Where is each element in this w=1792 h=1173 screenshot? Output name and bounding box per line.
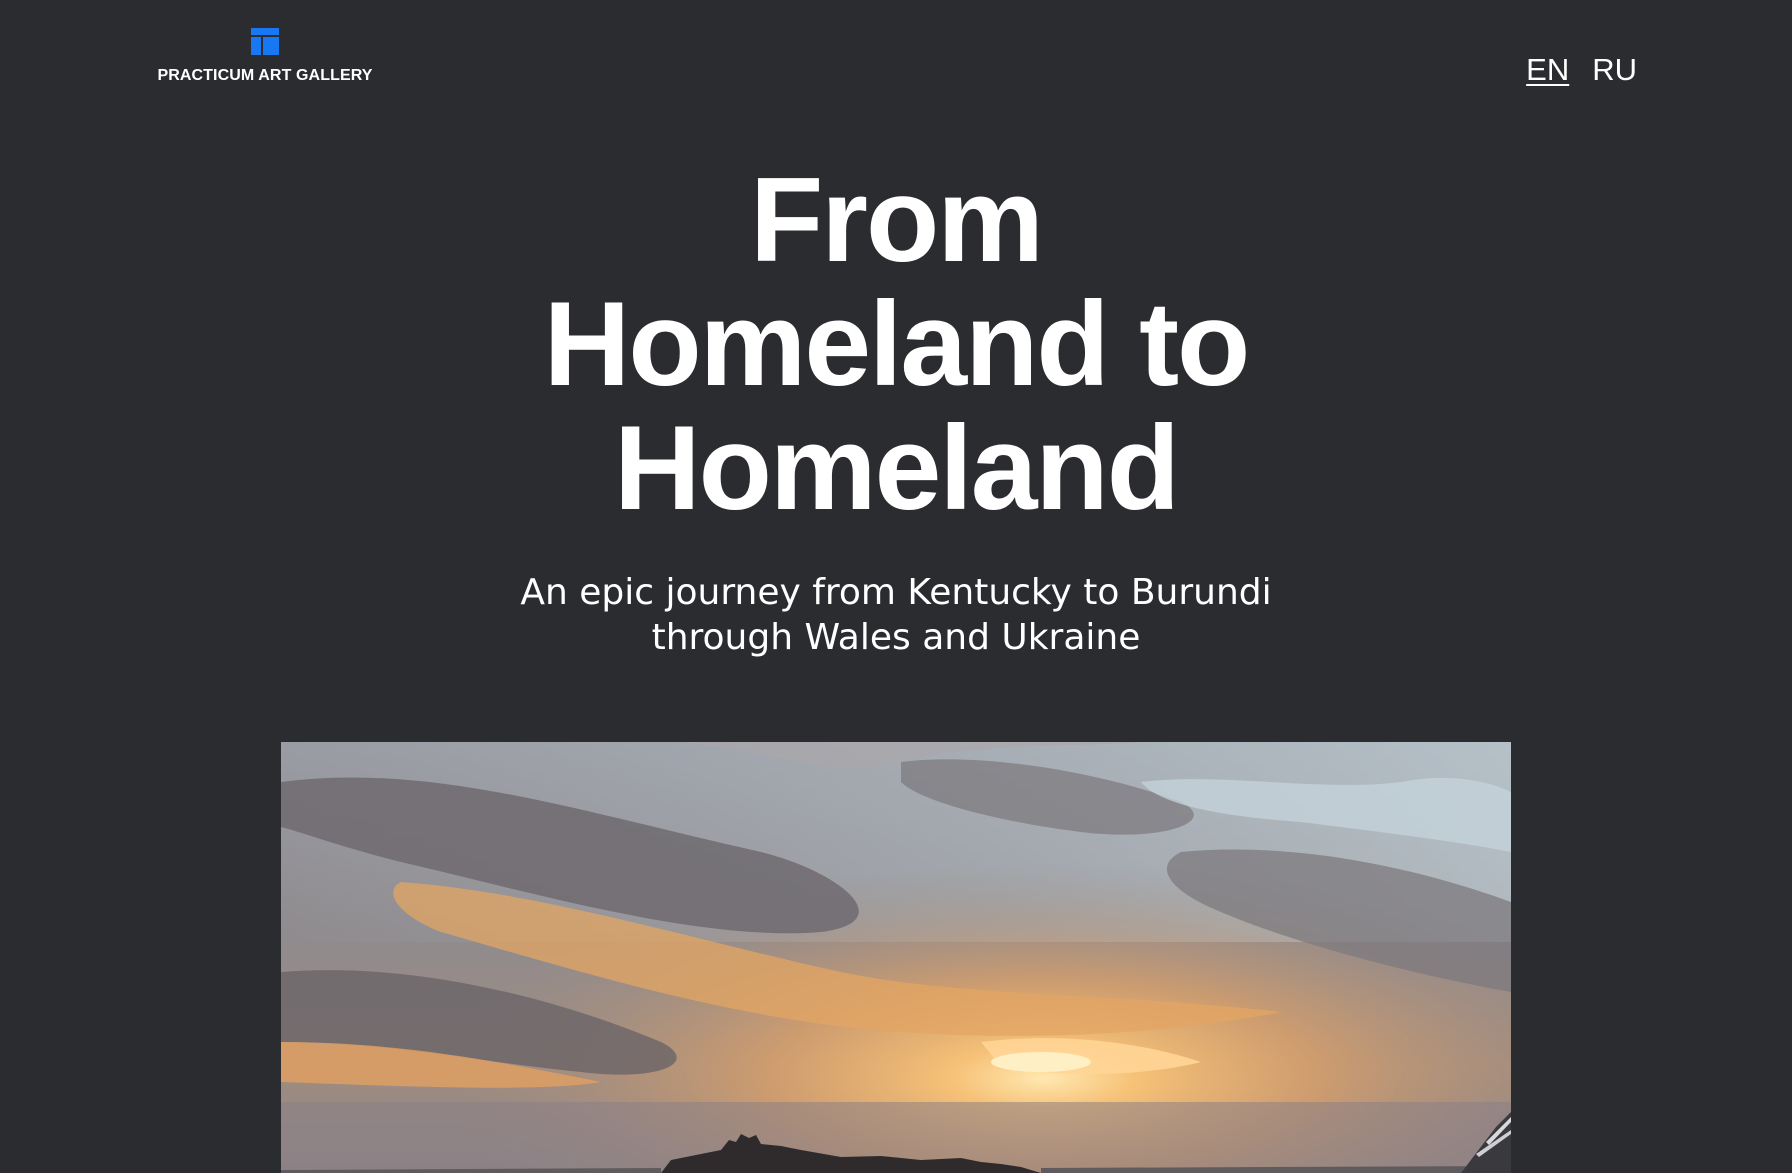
page-title-line: Homeland to: [543, 277, 1251, 411]
language-switcher: EN RU: [1526, 52, 1637, 88]
page-title: From Homeland to Homeland: [0, 158, 1792, 530]
logo-link[interactable]: PRACTICUM ART GALLERY: [155, 28, 375, 85]
logo-text: PRACTICUM ART GALLERY: [157, 67, 373, 84]
sunset-landscape-photo: [281, 742, 1511, 1173]
page-subtitle-line: through Wales and Ukraine: [651, 617, 1141, 658]
language-ru-link[interactable]: RU: [1592, 52, 1637, 88]
page-subtitle: An epic journey from Kentucky to Burundi…: [0, 570, 1792, 660]
site-header: PRACTICUM ART GALLERY EN RU: [0, 0, 1792, 110]
gallery-logo-icon: [251, 28, 279, 55]
page-title-line: Homeland: [613, 401, 1180, 535]
language-en-link[interactable]: EN: [1526, 52, 1569, 88]
page: PRACTICUM ART GALLERY EN RU From Homelan…: [0, 0, 1792, 1173]
cover-image: [281, 742, 1511, 1173]
page-title-line: From: [750, 153, 1044, 287]
page-subtitle-line: An epic journey from Kentucky to Burundi: [520, 572, 1272, 613]
